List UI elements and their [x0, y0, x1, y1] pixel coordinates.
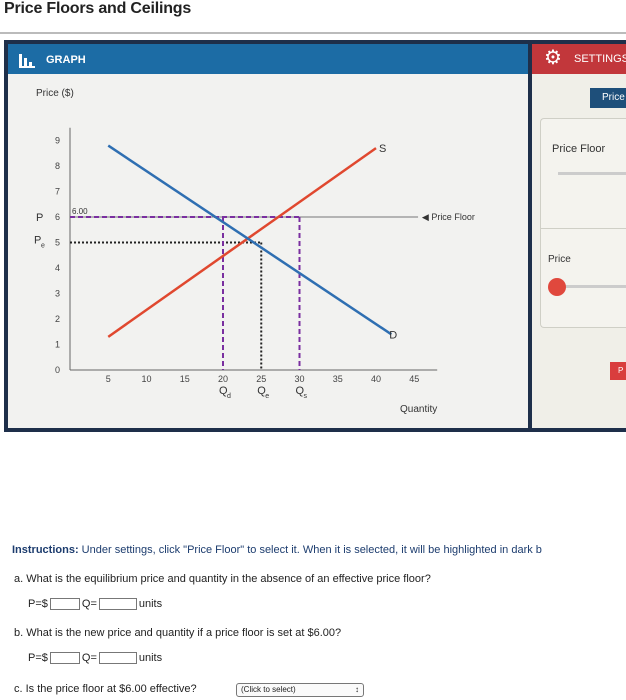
question-c: c. Is the price floor at $6.00 effective…	[14, 683, 197, 695]
title-divider	[0, 32, 626, 34]
price-slider-track[interactable]	[560, 285, 626, 288]
instructions: Instructions: Under settings, click "Pri…	[12, 544, 626, 556]
settings-divider	[540, 228, 626, 229]
pe-subscript: e	[41, 243, 45, 250]
series-label-s: S	[379, 143, 386, 155]
price-slider-knob[interactable]	[548, 278, 566, 296]
q-marker-subscript: d	[227, 393, 231, 400]
x-tick-label: 10	[141, 374, 151, 384]
price-tab[interactable]: Price	[590, 88, 626, 108]
price-prefix: P=$	[28, 598, 48, 610]
units-label: units	[138, 652, 163, 664]
price-prefix: P=$	[28, 652, 48, 664]
y-tick-label: 0	[55, 365, 60, 375]
bar-chart-icon	[19, 54, 35, 68]
settings-header-label[interactable]: SETTINGS	[574, 53, 626, 65]
x-axis-label: Quantity	[400, 404, 437, 415]
q-marker-subscript: e	[265, 393, 269, 400]
graph-header-label: GRAPH	[46, 54, 86, 66]
next-tab[interactable]: P	[610, 362, 626, 380]
price-input-a[interactable]	[49, 598, 80, 610]
effective-select[interactable]: (Click to select) ↕	[236, 683, 364, 697]
series-line-s	[107, 147, 377, 338]
answer-row-b: P=$ Q= units	[28, 652, 162, 664]
y-tick-label: 6	[55, 212, 60, 222]
quantity-input-a[interactable]	[98, 598, 137, 610]
price-floor-option[interactable]: Price Floor	[552, 143, 605, 155]
x-tick-label: 20	[218, 374, 228, 384]
y-tick-label: 1	[55, 340, 60, 350]
select-placeholder: (Click to select)	[241, 685, 296, 694]
instructions-label: Instructions:	[12, 544, 79, 556]
x-tick-label: 30	[294, 374, 304, 384]
price-slider-label: Price	[548, 254, 571, 265]
gear-icon[interactable]: ⚙	[544, 47, 566, 69]
instructions-text: Under settings, click "Price Floor" to s…	[78, 544, 542, 556]
price-floor-line-label: ◀ Price Floor	[422, 212, 475, 222]
y-tick-label: 7	[55, 187, 60, 197]
y-tick-label: 8	[55, 161, 60, 171]
x-tick-label: 40	[371, 374, 381, 384]
quantity-input-b[interactable]	[98, 652, 137, 664]
y-tick-label: 5	[55, 238, 60, 248]
x-tick-label: 25	[256, 374, 266, 384]
q-marker-subscript: s	[304, 393, 308, 400]
price-input-b[interactable]	[49, 652, 80, 664]
y-tick-label: 2	[55, 314, 60, 324]
x-tick-label: 35	[333, 374, 343, 384]
y-tick-label: 9	[55, 136, 60, 146]
select-arrows-icon: ↕	[355, 685, 359, 694]
x-tick-label: 15	[180, 374, 190, 384]
quantity-prefix: Q=	[81, 598, 97, 610]
supply-demand-chart: Price ($) Quantity 12345678905 10 15 20 25 30…	[34, 88, 475, 415]
quantity-prefix: Q=	[81, 652, 97, 664]
price-floor-value-label: 6.00	[72, 207, 88, 216]
question-b: b. What is the new price and quantity if…	[14, 627, 342, 639]
y-tick-label: 4	[55, 263, 60, 273]
x-tick-label: 5	[106, 374, 111, 384]
p-label: P	[36, 212, 43, 224]
series-label-d: D	[389, 329, 397, 341]
question-a: a. What is the equilibrium price and qua…	[14, 573, 431, 585]
answer-row-a: P=$ Q= units	[28, 598, 162, 610]
page-title: Price Floors and Ceilings	[4, 0, 192, 17]
units-label: units	[138, 598, 163, 610]
y-tick-label: 3	[55, 289, 60, 299]
y-axis-label: Price ($)	[36, 88, 74, 99]
graph-header	[8, 44, 528, 74]
x-tick-label: 45	[409, 374, 419, 384]
price-floor-slider[interactable]	[558, 172, 626, 175]
